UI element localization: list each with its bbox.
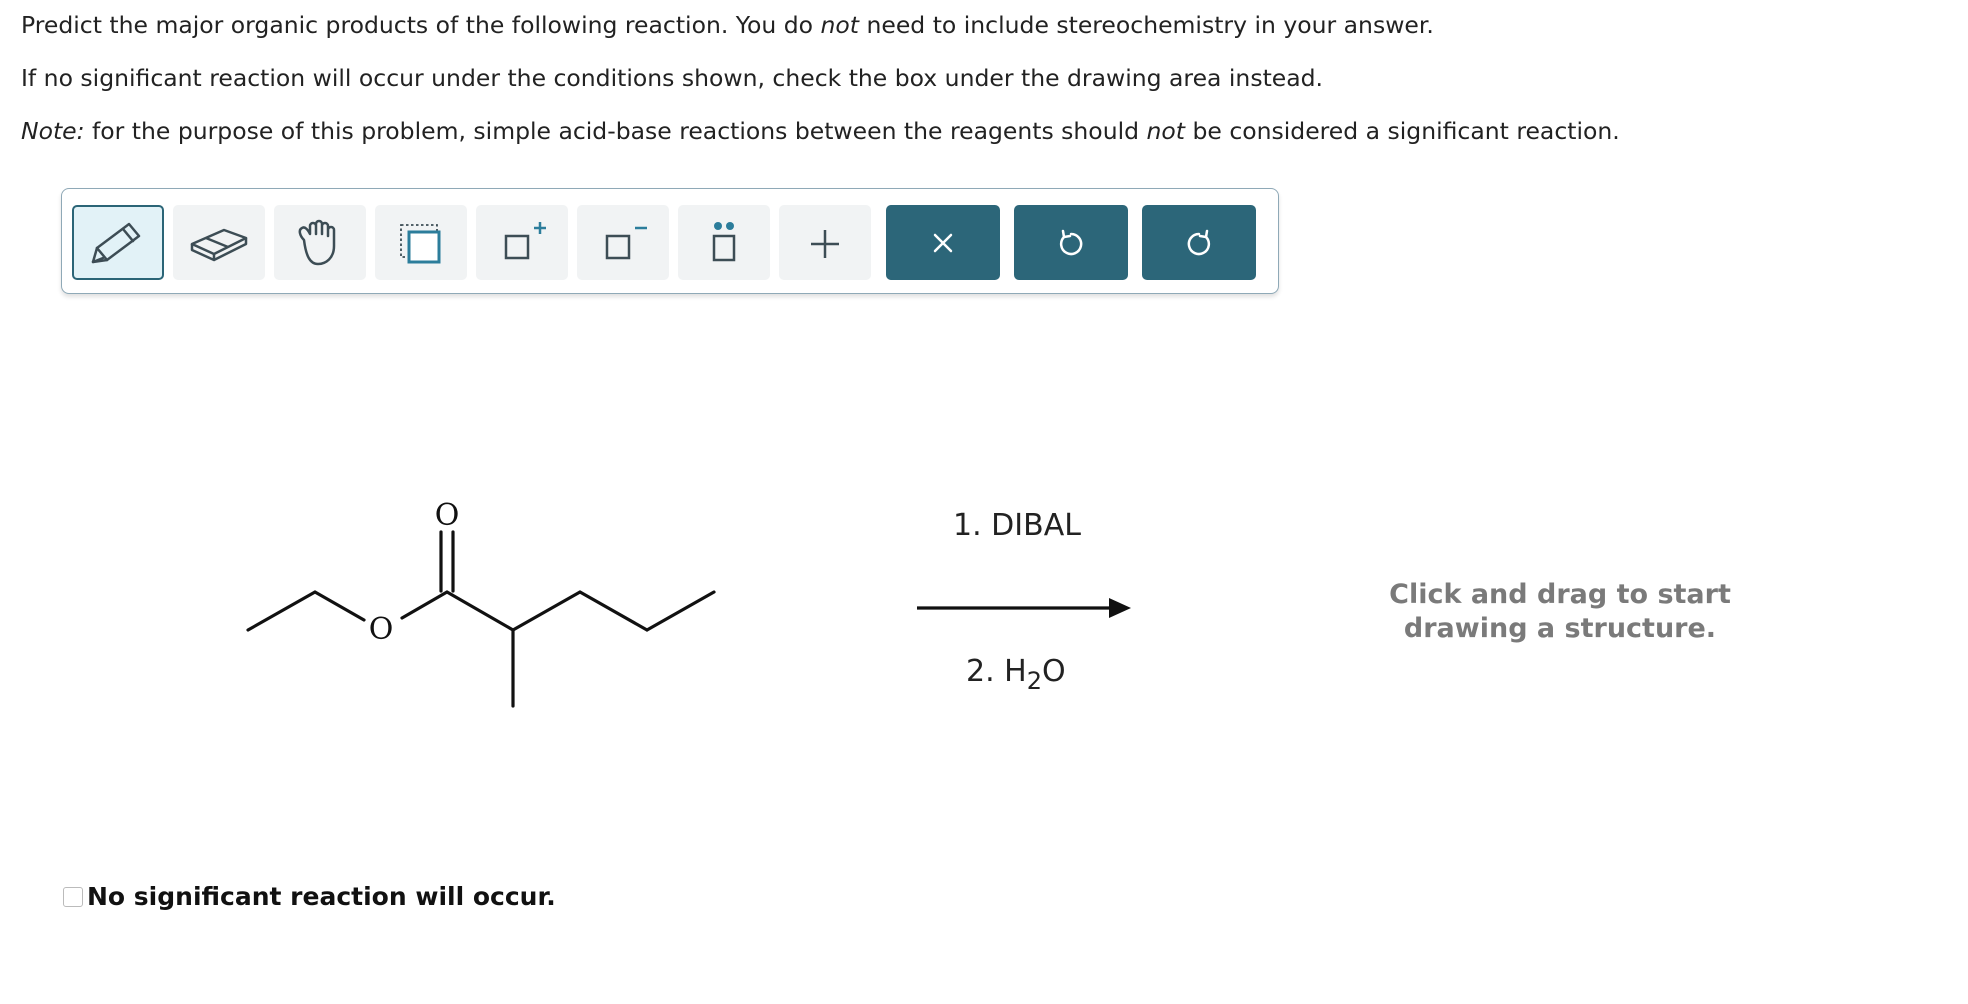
close-icon <box>933 233 953 252</box>
hand-tool-button[interactable] <box>274 205 366 280</box>
instruction-line-3: Note: for the purpose of this problem, s… <box>21 117 1620 145</box>
drawing-toolbar <box>61 188 1279 294</box>
undo-button[interactable] <box>1014 205 1128 280</box>
drawing-prompt: Click and drag to start drawing a struct… <box>1389 579 1731 644</box>
lone-pair-icon <box>712 221 736 261</box>
eraser-tool-button[interactable] <box>173 205 265 280</box>
condition-step-2: 2. H2O <box>966 654 1066 695</box>
positive-charge-button[interactable] <box>476 205 568 280</box>
redo-icon <box>1187 229 1211 255</box>
positive-charge-icon <box>504 221 546 259</box>
redo-button[interactable] <box>1142 205 1256 280</box>
eraser-icon <box>190 228 248 261</box>
bond <box>578 590 649 632</box>
bond <box>645 590 716 632</box>
no-reaction-option[interactable]: No significant reaction will occur. <box>63 882 556 911</box>
instructions: Predict the major organic products of th… <box>21 12 1620 144</box>
lone-pair-button[interactable] <box>678 205 770 280</box>
bond <box>445 590 515 632</box>
no-reaction-label[interactable]: No significant reaction will occur. <box>87 882 556 911</box>
bond <box>511 590 582 632</box>
select-box-icon <box>400 223 441 263</box>
bond <box>313 590 366 622</box>
pencil-tool-button[interactable] <box>72 205 164 280</box>
negative-charge-icon <box>605 226 647 259</box>
instruction-line-2: If no significant reaction will occur un… <box>21 64 1324 92</box>
bond <box>246 590 317 632</box>
bond <box>400 590 449 620</box>
no-reaction-checkbox[interactable] <box>63 886 83 907</box>
negative-charge-button[interactable] <box>577 205 669 280</box>
pencil-icon <box>91 222 141 263</box>
select-tool-button[interactable] <box>375 205 467 280</box>
reaction-arrow <box>917 598 1131 618</box>
condition-step-1: 1. DIBAL <box>953 508 1081 543</box>
clear-button[interactable] <box>886 205 1000 280</box>
instruction-line-1: Predict the major organic products of th… <box>21 11 1434 39</box>
carbonyl-oxygen-label: O <box>435 498 460 533</box>
hand-icon <box>298 219 336 265</box>
add-button[interactable] <box>779 205 871 280</box>
ester-oxygen-label: O <box>369 612 394 647</box>
drawing-canvas[interactable]: O O 1. DIBAL 2. H2O Click and drag to st… <box>0 294 1968 854</box>
reactant-structure: O O <box>246 498 716 708</box>
undo-icon <box>1059 229 1083 255</box>
add-icon <box>811 229 839 258</box>
